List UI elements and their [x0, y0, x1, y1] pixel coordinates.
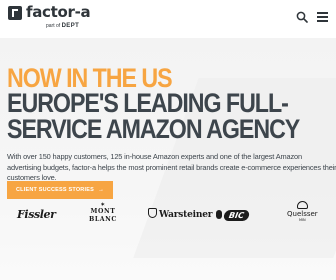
menu-icon[interactable] — [317, 12, 328, 22]
quelsser-emblem-icon — [296, 201, 308, 209]
bic-logo: BIC — [216, 205, 250, 223]
warsteiner-crest-icon — [148, 208, 157, 218]
fissler-logo: Fissler — [17, 208, 56, 221]
brand-logos-carousel: Fissler ✶ MONT BLANC Warsteiner BIC Quel… — [0, 197, 336, 231]
hero-headline: EUROPE'S LEADING FULL- SERVICE AMAZON AG… — [7, 88, 300, 144]
hero-description: With over 150 happy customers, 125 in-ho… — [7, 152, 336, 182]
search-icon[interactable] — [296, 11, 308, 23]
montblanc-line1: MONT — [90, 208, 116, 215]
bic-boy-icon — [216, 210, 222, 219]
hero-headline-line2: SERVICE AMAZON AGENCY — [7, 114, 300, 144]
arrow-right-icon: → — [97, 187, 105, 193]
montblanc-line2: BLANC — [89, 216, 117, 223]
quelsser-logo: Quelsser MIN — [287, 201, 318, 222]
montblanc-logo: ✶ MONT BLANC — [89, 203, 117, 224]
logo-subtitle: part of DEPT — [46, 22, 79, 30]
factor-a-logo-icon[interactable] — [8, 6, 22, 20]
hero-headline-line1: EUROPE'S LEADING FULL- — [7, 88, 289, 118]
quelsser-subtext: MIN — [299, 218, 306, 222]
bic-text: BIC — [223, 210, 250, 221]
logo-sub-prefix: part of — [46, 23, 61, 29]
logo-text[interactable]: factor-a — [26, 3, 91, 21]
warsteiner-logo: Warsteiner — [148, 208, 212, 220]
site-header: factor-a part of DEPT — [0, 0, 336, 38]
warsteiner-text: Warsteiner — [159, 210, 213, 220]
logo-sub-brand: DEPT — [61, 23, 80, 29]
hero-section: NOW IN THE US EUROPE'S LEADING FULL- SER… — [0, 38, 336, 280]
quelsser-text: Quelsser — [287, 210, 318, 218]
cta-label: CLIENT SUCCESS STORIES — [16, 187, 94, 193]
